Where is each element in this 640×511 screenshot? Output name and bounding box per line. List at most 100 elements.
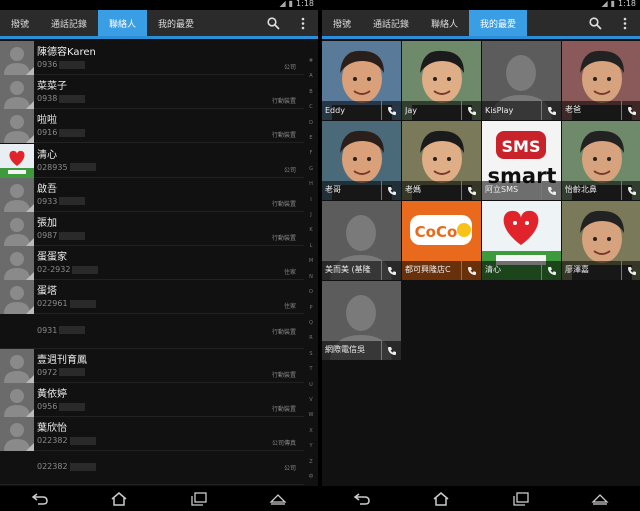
phone-icon[interactable]	[541, 101, 561, 120]
favorite-tile[interactable]: Eddy	[322, 41, 401, 120]
phone-icon[interactable]	[381, 101, 401, 120]
avatar[interactable]	[0, 212, 34, 246]
alphabet-index[interactable]: # A B C D E F G H I J K L M N O P Q R S T U V W X Y Z 中	[304, 41, 318, 486]
favorite-tile[interactable]: KisPlay	[482, 41, 561, 120]
favorite-tile[interactable]: Jay	[402, 41, 481, 120]
index-letter[interactable]: R	[309, 336, 312, 341]
index-letter[interactable]: M	[309, 259, 313, 264]
tab-contacts[interactable]: 聯絡人	[420, 10, 469, 36]
index-letter[interactable]: D	[309, 120, 313, 126]
contact-row[interactable]: 蛋塔 022961 住家	[0, 280, 304, 315]
contact-row[interactable]: 啟吾 0933 行動裝置	[0, 177, 304, 212]
favorite-tile[interactable]: 廖澤嘉	[562, 201, 640, 280]
phone-icon[interactable]	[461, 101, 481, 120]
index-letter[interactable]: X	[309, 428, 312, 434]
favorite-tile[interactable]: 老媽	[402, 121, 481, 200]
phone-icon[interactable]	[461, 261, 481, 280]
redacted-digits	[59, 197, 86, 206]
index-letter[interactable]: V	[309, 397, 312, 403]
favorite-tile[interactable]: SMS smart 阿立SMS	[482, 121, 561, 200]
index-letter[interactable]: N	[309, 274, 313, 280]
tab-favorites[interactable]: 我的最愛	[469, 10, 528, 36]
phone-icon[interactable]	[541, 261, 561, 280]
tab-call-log[interactable]: 通話記錄	[40, 10, 98, 36]
index-letter[interactable]: Z	[309, 459, 312, 465]
index-letter[interactable]: C	[309, 105, 313, 110]
phone-icon[interactable]	[621, 101, 640, 120]
index-letter[interactable]: G	[309, 166, 313, 172]
index-letter[interactable]: F	[310, 151, 313, 156]
back-button[interactable]	[347, 489, 377, 509]
avatar[interactable]	[0, 383, 34, 417]
favorite-tile[interactable]: 老爸	[562, 41, 640, 120]
contact-row[interactable]: 菜菜子 0938 行動裝置	[0, 75, 304, 110]
tab-dialer[interactable]: 撥號	[0, 10, 40, 36]
index-letter[interactable]: O	[309, 290, 313, 295]
contact-row[interactable]: 陳德容Karen 0936 公司	[0, 41, 304, 75]
contact-row[interactable]: 清心 028935 公司	[0, 143, 304, 178]
index-letter[interactable]: B	[309, 89, 312, 95]
recent-apps-button[interactable]	[506, 489, 536, 509]
menu-button[interactable]	[263, 489, 293, 509]
phone-icon[interactable]	[381, 181, 401, 200]
index-letter[interactable]: W	[309, 413, 314, 418]
contact-row[interactable]: 壹週刊育鳳 0972 行動裝置	[0, 348, 304, 383]
avatar[interactable]	[0, 41, 34, 75]
avatar[interactable]	[0, 348, 34, 383]
contact-row[interactable]: 啦啦 0916 行動裝置	[0, 109, 304, 144]
index-letter[interactable]: E	[309, 136, 312, 141]
overflow-menu-icon[interactable]	[610, 10, 640, 36]
index-letter[interactable]: S	[309, 351, 312, 357]
phone-icon[interactable]	[381, 261, 401, 280]
favorite-tile[interactable]: 美而美 (基隆	[322, 201, 401, 280]
favorite-tile[interactable]: 老哥	[322, 121, 401, 200]
contact-row[interactable]: 張加 0987 行動裝置	[0, 212, 304, 246]
index-letter[interactable]: J	[310, 213, 311, 218]
contact-row[interactable]: 黃依婷 0956 行動裝置	[0, 383, 304, 417]
search-icon[interactable]	[580, 10, 610, 36]
contact-row[interactable]: 蛋蛋家 02-2932 住家	[0, 246, 304, 281]
avatar[interactable]	[0, 177, 34, 212]
menu-button[interactable]	[585, 489, 615, 509]
home-button[interactable]	[104, 489, 134, 509]
avatar[interactable]	[0, 109, 34, 144]
index-letter[interactable]: P	[309, 305, 312, 311]
avatar[interactable]	[0, 143, 34, 178]
back-button[interactable]	[25, 489, 55, 509]
index-letter[interactable]: H	[309, 182, 313, 187]
recent-apps-button[interactable]	[184, 489, 214, 509]
avatar[interactable]	[0, 75, 34, 110]
favorite-tile[interactable]: 網際電信吳	[322, 281, 401, 360]
contact-row[interactable]: 022382 公司	[0, 451, 304, 486]
tab-call-log[interactable]: 通話記錄	[362, 10, 420, 36]
index-letter[interactable]: I	[310, 197, 311, 203]
favorite-tile[interactable]: 怡齡北鼻	[562, 121, 640, 200]
phone-icon[interactable]	[381, 341, 401, 360]
index-letter[interactable]: K	[309, 228, 312, 233]
favorite-tile[interactable]: CoCo 都可興隆店C	[402, 201, 481, 280]
index-letter[interactable]: Y	[309, 444, 312, 449]
index-letter[interactable]: Q	[309, 320, 313, 326]
phone-icon[interactable]	[541, 181, 561, 200]
index-letter[interactable]: L	[310, 243, 313, 249]
search-icon[interactable]	[258, 10, 288, 36]
tab-dialer[interactable]: 撥號	[322, 10, 362, 36]
index-letter[interactable]: U	[309, 382, 313, 388]
phone-icon[interactable]	[621, 261, 640, 280]
tab-contacts[interactable]: 聯絡人	[98, 10, 148, 36]
overflow-menu-icon[interactable]	[288, 10, 318, 36]
contact-row[interactable]: 0931 行動裝置	[0, 315, 304, 349]
avatar[interactable]	[0, 280, 34, 315]
favorite-tile[interactable]: 清心	[482, 201, 561, 280]
index-letter[interactable]: T	[309, 367, 312, 372]
index-letter[interactable]: A	[309, 74, 312, 79]
tab-favorites[interactable]: 我的最愛	[147, 10, 205, 36]
phone-icon[interactable]	[621, 181, 640, 200]
avatar[interactable]	[0, 417, 34, 452]
contact-row[interactable]: 葉欣怡 022382 公司傳真	[0, 417, 304, 452]
index-letter[interactable]: #	[309, 59, 313, 64]
phone-icon[interactable]	[461, 181, 481, 200]
avatar[interactable]	[0, 246, 34, 281]
home-button[interactable]	[426, 489, 456, 509]
index-letter[interactable]: 中	[308, 474, 313, 480]
